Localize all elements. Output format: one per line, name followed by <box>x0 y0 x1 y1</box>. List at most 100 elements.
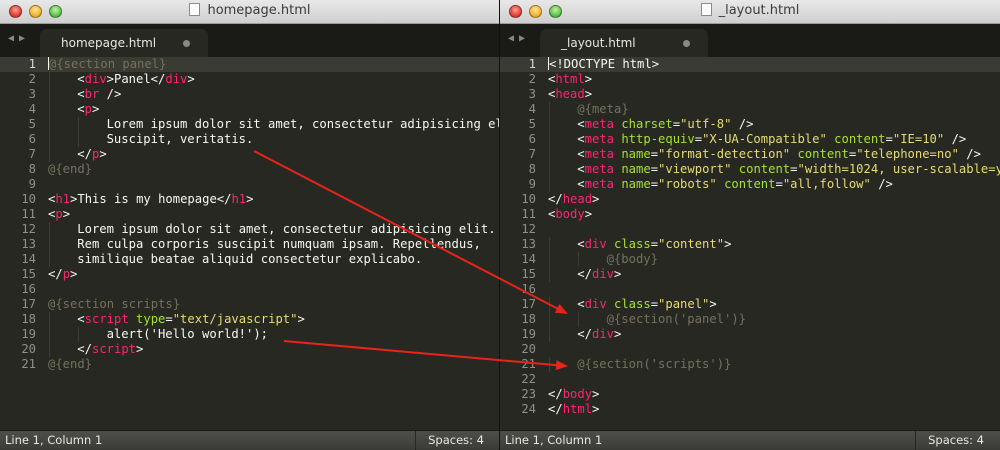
code-line[interactable]: 6 Suscipit, veritatis. <box>0 132 500 147</box>
code-line[interactable]: 5 Lorem ipsum dolor sit amet, consectetur… <box>0 117 500 132</box>
line-number[interactable]: 15 <box>500 267 536 282</box>
line-number[interactable]: 17 <box>500 297 536 312</box>
line-number[interactable]: 5 <box>0 117 36 132</box>
code-line[interactable]: 16 <box>500 282 1000 297</box>
line-number[interactable]: 9 <box>0 177 36 192</box>
code-line[interactable]: 17 @{section scripts} <box>0 297 500 312</box>
tab-layout[interactable]: _layout.html <box>540 29 708 57</box>
unsaved-dot-icon[interactable] <box>183 40 190 47</box>
code-line[interactable]: 11 <body> <box>500 207 1000 222</box>
code-line[interactable]: 4 <p> <box>0 102 500 117</box>
code-line[interactable]: 12 Lorem ipsum dolor sit amet, consectetu… <box>0 222 500 237</box>
line-number[interactable]: 13 <box>0 237 36 252</box>
line-number[interactable]: 15 <box>0 267 36 282</box>
line-number[interactable]: 18 <box>500 312 536 327</box>
code-line[interactable]: 3 <br /> <box>0 87 500 102</box>
code-line[interactable]: 1 <!DOCTYPE html> <box>500 57 1000 72</box>
unsaved-dot-icon[interactable] <box>683 40 690 47</box>
line-number[interactable]: 19 <box>500 327 536 342</box>
code-line[interactable]: 2 <div>Panel</div> <box>0 72 500 87</box>
line-number[interactable]: 13 <box>500 237 536 252</box>
line-number[interactable]: 23 <box>500 387 536 402</box>
line-number[interactable]: 8 <box>0 162 36 177</box>
line-number[interactable]: 20 <box>0 342 36 357</box>
code-line[interactable]: 5 <meta charset="utf-8" /> <box>500 117 1000 132</box>
line-number[interactable]: 2 <box>500 72 536 87</box>
code-line[interactable]: 17 <div class="panel"> <box>500 297 1000 312</box>
line-number[interactable]: 9 <box>500 177 536 192</box>
code-editor[interactable]: 1 @{section panel} 2 <div>Panel</div> 3 <br /… <box>0 57 500 430</box>
window-titlebar[interactable]: _layout.html <box>500 0 1000 24</box>
line-number[interactable]: 16 <box>500 282 536 297</box>
code-line[interactable]: 24 </html> <box>500 402 1000 417</box>
code-line[interactable]: 20 <box>500 342 1000 357</box>
line-number[interactable]: 11 <box>0 207 36 222</box>
code-line[interactable]: 10 </head> <box>500 192 1000 207</box>
code-line[interactable]: 9 <meta name="robots" content="all,follow… <box>500 177 1000 192</box>
code-line[interactable]: 19 </div> <box>500 327 1000 342</box>
line-number[interactable]: 3 <box>500 87 536 102</box>
tab-homepage[interactable]: homepage.html <box>40 29 208 57</box>
line-number[interactable]: 8 <box>500 162 536 177</box>
code-line[interactable]: 19 alert('Hello world!'); <box>0 327 500 342</box>
line-number[interactable]: 1 <box>0 57 36 72</box>
line-number[interactable]: 24 <box>500 402 536 417</box>
code-line[interactable]: 18 @{section('panel')} <box>500 312 1000 327</box>
tab-nav-arrows-icon[interactable]: ◀▶ <box>508 33 530 44</box>
line-number[interactable]: 4 <box>0 102 36 117</box>
code-line[interactable]: 9 <box>0 177 500 192</box>
code-line[interactable]: 3 <head> <box>500 87 1000 102</box>
code-line[interactable]: 2 <html> <box>500 72 1000 87</box>
code-line[interactable]: 14 @{body} <box>500 252 1000 267</box>
line-number[interactable]: 18 <box>0 312 36 327</box>
code-line[interactable]: 1 @{section panel} <box>0 57 500 72</box>
line-number[interactable]: 10 <box>0 192 36 207</box>
indentation-setting[interactable]: Spaces: 4 <box>928 431 984 450</box>
line-number[interactable]: 17 <box>0 297 36 312</box>
code-line[interactable]: 21 @{end} <box>0 357 500 372</box>
line-number[interactable]: 19 <box>0 327 36 342</box>
code-line[interactable]: 21 @{section('scripts')} <box>500 357 1000 372</box>
line-number[interactable]: 6 <box>0 132 36 147</box>
code-line[interactable]: 18 <script type="text/javascript"> <box>0 312 500 327</box>
line-number[interactable]: 7 <box>0 147 36 162</box>
code-line[interactable]: 15 </div> <box>500 267 1000 282</box>
window-titlebar[interactable]: homepage.html <box>0 0 500 24</box>
code-line[interactable]: 23 </body> <box>500 387 1000 402</box>
line-number[interactable]: 21 <box>0 357 36 372</box>
code-line[interactable]: 15 </p> <box>0 267 500 282</box>
code-line[interactable]: 8 @{end} <box>0 162 500 177</box>
code-line[interactable]: 7 <meta name="format-detection" content="… <box>500 147 1000 162</box>
tab-nav-arrows-icon[interactable]: ◀▶ <box>8 33 30 44</box>
line-number[interactable]: 3 <box>0 87 36 102</box>
code-line[interactable]: 7 </p> <box>0 147 500 162</box>
code-line[interactable]: 16 <box>0 282 500 297</box>
indentation-setting[interactable]: Spaces: 4 <box>428 431 484 450</box>
line-number[interactable]: 11 <box>500 207 536 222</box>
line-number[interactable]: 10 <box>500 192 536 207</box>
code-line[interactable]: 12 <box>500 222 1000 237</box>
line-number[interactable]: 12 <box>0 222 36 237</box>
line-number[interactable]: 14 <box>500 252 536 267</box>
code-line[interactable]: 8 <meta name="viewport" content="width=10… <box>500 162 1000 177</box>
line-number[interactable]: 1 <box>500 57 536 72</box>
code-line[interactable]: 13 Rem culpa corporis suscipit numquam ip… <box>0 237 500 252</box>
code-line[interactable]: 13 <div class="content"> <box>500 237 1000 252</box>
line-number[interactable]: 2 <box>0 72 36 87</box>
line-number[interactable]: 14 <box>0 252 36 267</box>
line-number[interactable]: 6 <box>500 132 536 147</box>
line-number[interactable]: 22 <box>500 372 536 387</box>
code-editor[interactable]: 1 <!DOCTYPE html> 2 <html> 3 <head> 4 @{meta} 5 <… <box>500 57 1000 430</box>
line-number[interactable]: 4 <box>500 102 536 117</box>
line-number[interactable]: 20 <box>500 342 536 357</box>
line-number[interactable]: 21 <box>500 357 536 372</box>
line-number[interactable]: 12 <box>500 222 536 237</box>
line-number[interactable]: 16 <box>0 282 36 297</box>
line-number[interactable]: 7 <box>500 147 536 162</box>
code-line[interactable]: 4 @{meta} <box>500 102 1000 117</box>
code-line[interactable]: 14 similique beatae aliquid consectetur e… <box>0 252 500 267</box>
code-line[interactable]: 10 <h1>This is my homepage</h1> <box>0 192 500 207</box>
code-line[interactable]: 11 <p> <box>0 207 500 222</box>
code-line[interactable]: 22 <box>500 372 1000 387</box>
code-line[interactable]: 6 <meta http-equiv="X-UA-Compatible" cont… <box>500 132 1000 147</box>
